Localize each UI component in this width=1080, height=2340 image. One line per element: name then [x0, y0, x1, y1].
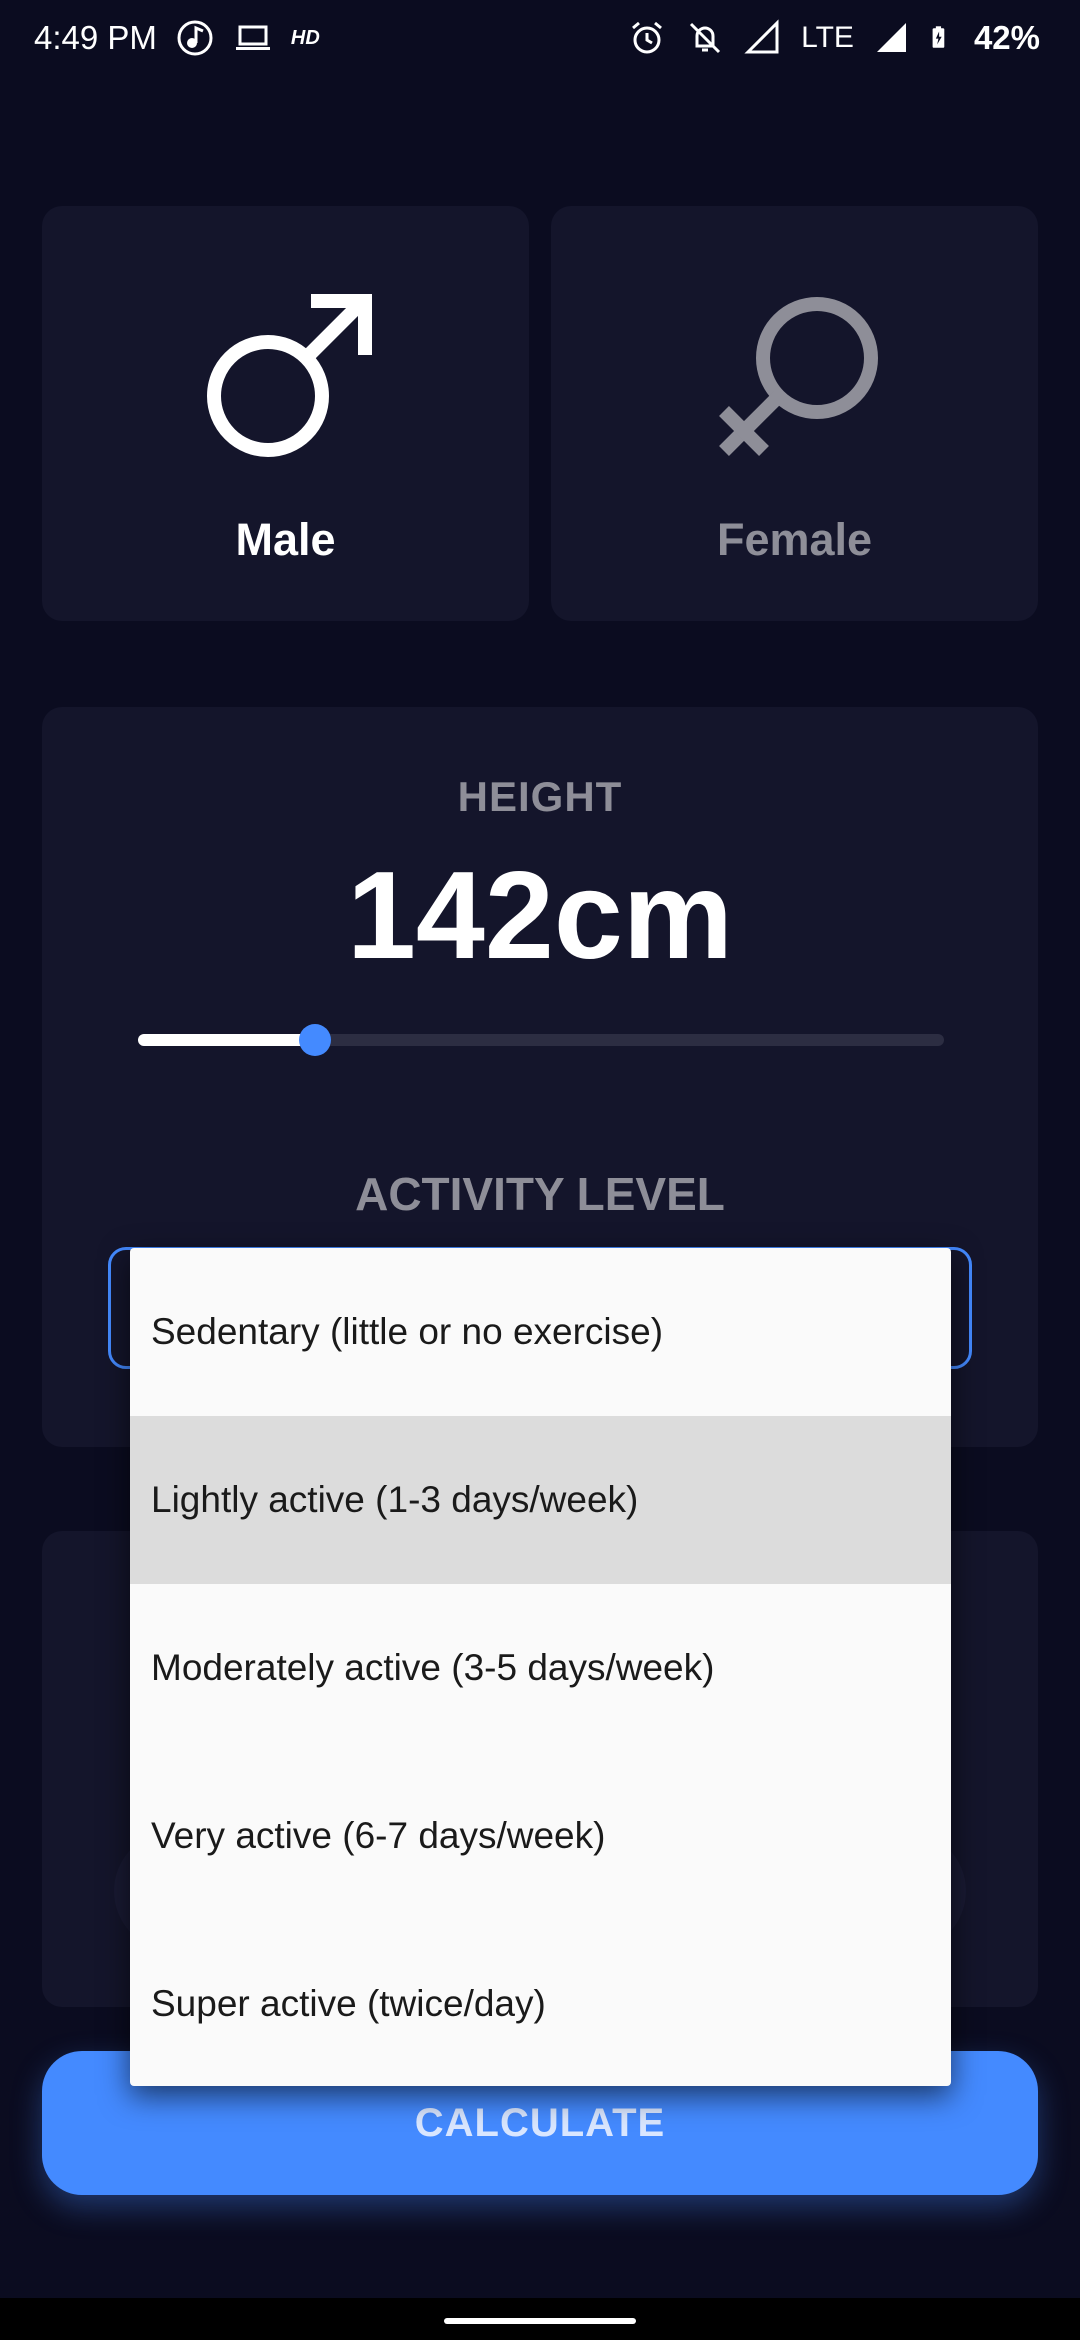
- female-card[interactable]: Female: [551, 206, 1038, 621]
- female-symbol-icon: [719, 297, 878, 456]
- alarm-icon: [632, 21, 663, 54]
- battery-percentage: 42%: [973, 19, 1040, 56]
- activity-level-title: ACTIVITY LEVEL: [355, 1168, 725, 1220]
- status-bar-right: LTE 42%: [627, 18, 1040, 58]
- status-bar: 4:49 PM HD LTE 42%: [0, 0, 1080, 80]
- bell-off-icon: [690, 22, 721, 54]
- battery-charging-icon: [932, 26, 945, 48]
- signal-full-icon: [876, 23, 906, 52]
- laptop-icon: [235, 25, 270, 50]
- dropdown-option-lightly-active[interactable]: Lightly active (1-3 days/week): [130, 1416, 951, 1584]
- height-value: 142cm: [346, 847, 734, 985]
- dropdown-option-moderately-active[interactable]: Moderately active (3-5 days/week): [130, 1584, 951, 1752]
- slider-thumb[interactable]: [299, 1024, 332, 1056]
- height-title: HEIGHT: [457, 773, 623, 820]
- navigation-bar: [0, 2298, 1080, 2340]
- dropdown-option-sedentary[interactable]: Sedentary (little or no exercise): [130, 1248, 951, 1416]
- male-card[interactable]: Male: [42, 206, 529, 621]
- signal-icon: [744, 19, 779, 54]
- activity-level-dropdown: Sedentary (little or no exercise) Lightl…: [130, 1248, 951, 2086]
- dropdown-option-very-active[interactable]: Very active (6-7 days/week): [130, 1752, 951, 1920]
- music-note-icon: [177, 20, 213, 56]
- male-symbol-icon: [207, 294, 372, 457]
- status-time: 4:49 PM: [34, 19, 157, 56]
- dropdown-option-super-active[interactable]: Super active (twice/day): [130, 1920, 951, 2086]
- network-type: LTE: [801, 21, 854, 54]
- male-label: Male: [235, 514, 336, 565]
- status-bar-left: 4:49 PM HD: [34, 18, 320, 58]
- height-slider[interactable]: [138, 1018, 944, 1064]
- female-label: Female: [716, 514, 873, 565]
- home-gesture-handle[interactable]: [444, 2318, 636, 2324]
- slider-fill: [138, 1034, 316, 1046]
- hd-badge: HD: [290, 26, 320, 49]
